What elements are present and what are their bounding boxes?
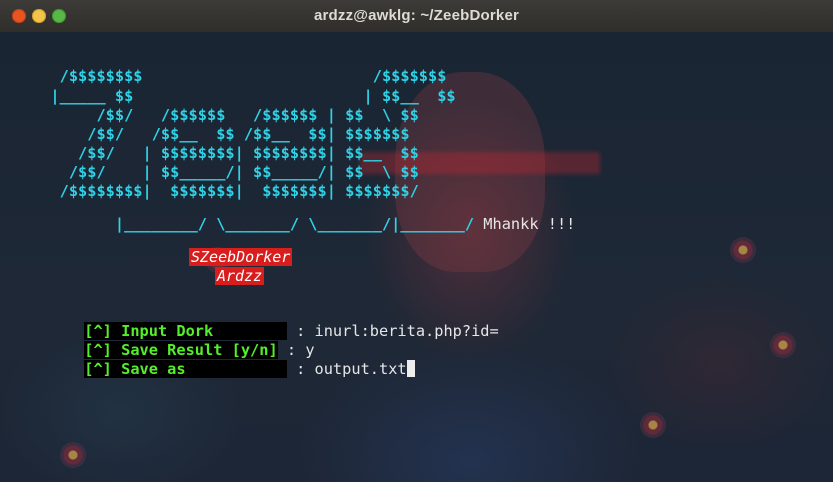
dork-input-value[interactable]: inurl:berita.php?id=: [315, 322, 499, 340]
banner-line: /$$$$$$$$ /$$$$$$$: [32, 67, 447, 85]
banner-line: |________/ \_______/ \_______/|_______/: [87, 215, 475, 233]
banner-line: /$$/ /$$__ $$ /$$__ $$| $$$$$$$: [32, 125, 410, 143]
banner-line: |_____ $$ | $$__ $$: [32, 87, 456, 105]
background-flower: [770, 332, 796, 358]
window-title: ardzz@awklg: ~/ZeebDorker: [313, 7, 520, 24]
text-cursor: [406, 360, 415, 377]
save-as-input-value[interactable]: output.txt: [315, 360, 407, 378]
title-bar[interactable]: ardzz@awklg: ~/ZeebDorker: [0, 0, 833, 33]
tool-name-badge: SZeebDorker: [189, 248, 293, 266]
author-badge: Ardzz: [215, 267, 265, 285]
background-flower: [640, 412, 666, 438]
prompt-row-input-dork: [^] Input Dork : inurl:berita.php?id=: [29, 301, 499, 340]
banner-suffix: Mhankk !!!: [474, 215, 576, 233]
prompt-separator: :: [286, 360, 315, 378]
prompt-row-save-as: [^] Save as : output.txt: [29, 339, 415, 378]
background-flower: [60, 442, 86, 468]
terminal-window: ardzz@awklg: ~/ZeebDorker /$$$$$$$$ /$$$…: [0, 0, 833, 482]
prompt-row-save-result: [^] Save Result [y/n] : y: [29, 320, 315, 359]
prompt-label: [^] Save as: [84, 360, 287, 378]
banner-line: /$$/ | $$$$$$$$| $$$$$$$$| $$__ $$: [32, 144, 419, 162]
banner-line: /$$/ | $$_____/| $$_____/| $$ \ $$: [32, 163, 419, 181]
background-flower: [730, 237, 756, 263]
banner-last-row: |________/ \_______/ \_______/|_______/ …: [32, 194, 576, 233]
terminal-area[interactable]: /$$$$$$$$ /$$$$$$$ |_____ $$ | $$__ $$ /…: [0, 32, 833, 482]
banner-line: /$$/ /$$$$$$ /$$$$$$ | $$ \ $$: [32, 106, 419, 124]
